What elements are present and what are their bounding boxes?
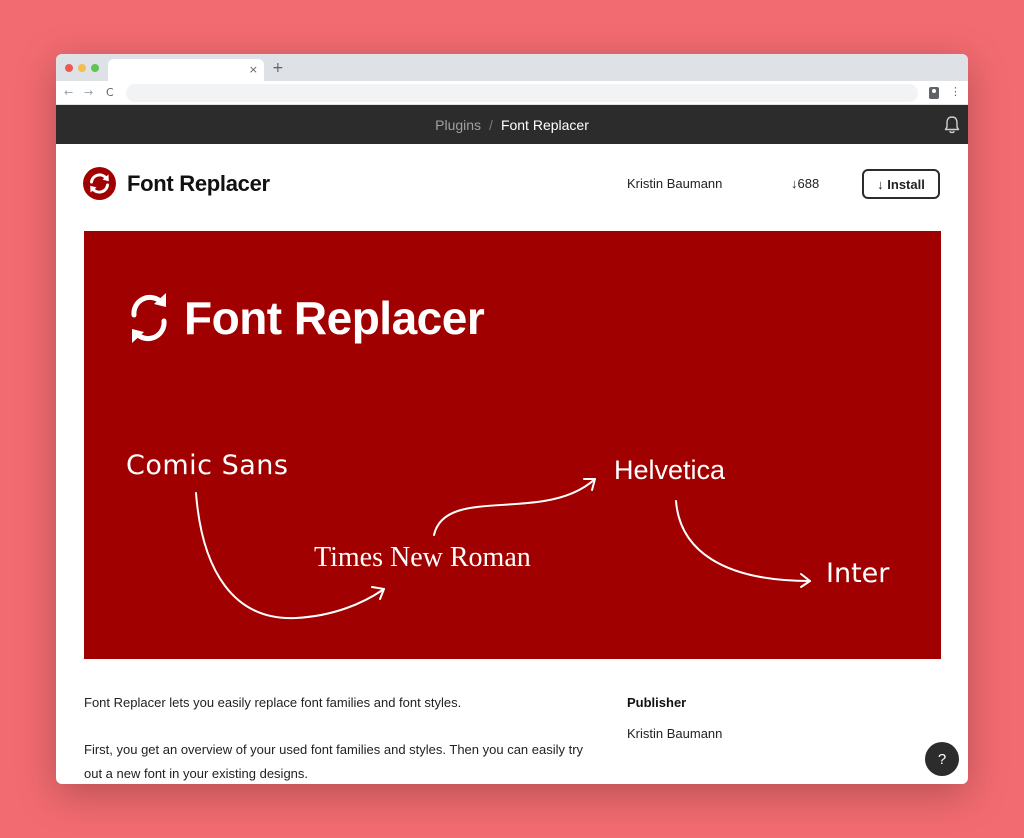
plugin-title: Font Replacer	[127, 171, 270, 196]
url-input[interactable]	[126, 84, 918, 102]
reload-icon[interactable]: C	[106, 85, 114, 101]
arrow-helvetica-to-inter	[675, 500, 811, 582]
tab-strip: × +	[56, 54, 968, 81]
close-window-button[interactable]	[65, 64, 73, 72]
banner-font-helvetica: Helvetica	[614, 455, 726, 485]
new-tab-button[interactable]: +	[272, 60, 284, 76]
description-paragraph-1: Font Replacer lets you easily replace fo…	[84, 695, 462, 710]
plugin-banner: Font Replacer Comic Sans Times New Roman…	[84, 231, 941, 659]
banner-font-comic: Comic Sans	[126, 450, 289, 481]
address-bar: ← → C ⋮	[56, 81, 968, 105]
install-button[interactable]: ↓ Install	[862, 169, 940, 199]
tab-close-icon[interactable]: ×	[249, 62, 258, 78]
maximize-window-button[interactable]	[91, 64, 99, 72]
breadcrumb-separator: /	[489, 116, 493, 133]
banner-font-times: Times New Roman	[314, 542, 531, 573]
minimize-window-button[interactable]	[78, 64, 86, 72]
bell-icon[interactable]	[943, 115, 961, 135]
author-link[interactable]: Kristin Baumann	[627, 176, 722, 192]
browser-tab[interactable]: ×	[108, 59, 264, 81]
breadcrumb-current: Font Replacer	[500, 116, 589, 133]
breadcrumb-plugins-link[interactable]: Plugins	[435, 117, 481, 133]
help-button[interactable]: ?	[925, 742, 959, 776]
download-count: ↓688	[791, 176, 820, 191]
forward-icon[interactable]: →	[84, 85, 93, 101]
app-header: Plugins / Font Replacer	[56, 105, 968, 144]
arrow-times-to-helvetica	[433, 478, 596, 536]
description-paragraph-2: First, you get an overview of your used …	[84, 742, 584, 781]
breadcrumb: Plugins / Font Replacer	[56, 105, 968, 144]
publisher-value[interactable]: Kristin Baumann	[627, 726, 722, 742]
browser-menu-icon[interactable]: ⋮	[950, 84, 961, 100]
refresh-logo-icon	[83, 167, 116, 200]
banner-title: Font Replacer	[184, 292, 485, 344]
browser-window: × + ← → C ⋮ Plugins / Font Replacer Font…	[56, 54, 968, 784]
back-icon[interactable]: ←	[64, 85, 73, 101]
publisher-label: Publisher	[627, 695, 687, 710]
banner-font-inter: Inter	[826, 558, 890, 589]
profile-icon[interactable]	[929, 87, 939, 99]
